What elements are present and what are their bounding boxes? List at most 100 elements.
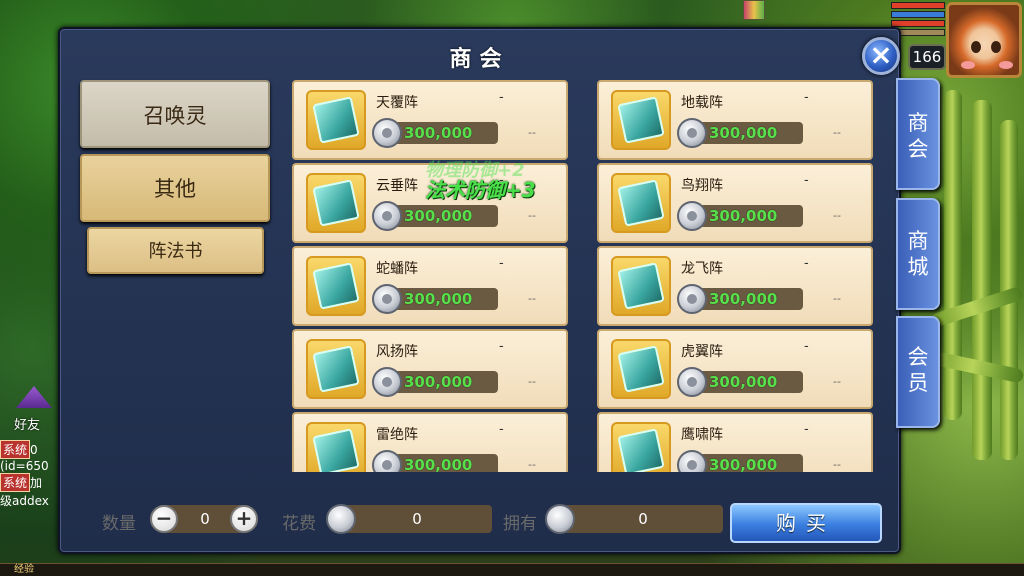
item-limit: - bbox=[499, 256, 504, 271]
chat-tag: 系统 bbox=[0, 473, 31, 492]
tab-char: 城 bbox=[907, 255, 929, 279]
category-other[interactable]: 其他 bbox=[80, 154, 270, 222]
tab-char: 商 bbox=[907, 111, 929, 135]
item-price: 300,000 bbox=[394, 205, 498, 227]
item-extra: -- bbox=[833, 126, 841, 139]
subcategory-formation-book[interactable]: 阵法书 bbox=[87, 227, 264, 274]
item-extra: -- bbox=[833, 375, 841, 388]
formation-book-icon bbox=[611, 90, 671, 150]
shop-item[interactable]: 地载阵 - 300,000 -- bbox=[597, 80, 873, 160]
item-name: 蛇蟠阵 bbox=[376, 261, 418, 277]
tab-char: 会 bbox=[907, 137, 929, 161]
exp-label: 经验 bbox=[14, 564, 34, 575]
quantity-plus-button[interactable]: + bbox=[230, 505, 258, 533]
chat-line: 系统加 bbox=[0, 473, 62, 492]
category-summon[interactable]: 召唤灵 bbox=[80, 80, 270, 148]
item-extra: -- bbox=[833, 209, 841, 222]
floating-bonus-text: 法术防御+3 bbox=[425, 178, 536, 202]
item-extra: -- bbox=[528, 292, 536, 305]
silver-coin-icon bbox=[372, 367, 402, 397]
item-name: 云垂阵 bbox=[376, 178, 418, 194]
close-icon: × bbox=[869, 38, 893, 71]
item-limit: - bbox=[499, 90, 504, 105]
silver-coin-icon bbox=[372, 284, 402, 314]
silver-coin-icon bbox=[677, 201, 707, 231]
chat-text: 0 bbox=[30, 443, 38, 457]
item-price: 300,000 bbox=[699, 371, 803, 393]
item-price: 300,000 bbox=[699, 205, 803, 227]
chat-tag: 系统 bbox=[0, 440, 31, 459]
item-price: 300,000 bbox=[699, 454, 803, 472]
item-extra: -- bbox=[528, 375, 536, 388]
close-button[interactable]: × bbox=[862, 37, 900, 75]
silver-coin-icon bbox=[545, 504, 575, 534]
tab-chamber-of-commerce[interactable]: 商会 bbox=[896, 78, 940, 190]
item-name: 地载阵 bbox=[681, 95, 723, 111]
friend-button[interactable]: 好友 bbox=[14, 386, 54, 436]
item-name: 鹰啸阵 bbox=[681, 427, 723, 443]
chat-log: 系统 0 (id=650 系统加 级addex bbox=[0, 440, 62, 509]
formation-book-icon bbox=[306, 173, 366, 233]
shop-item[interactable]: 虎翼阵 - 300,000 -- bbox=[597, 329, 873, 409]
tab-char: 会 bbox=[907, 345, 929, 369]
item-extra: -- bbox=[528, 458, 536, 471]
formation-book-icon bbox=[611, 173, 671, 233]
item-grid[interactable]: 天覆阵 -300,000 -- 地载阵 -300,000 -- 云垂阵 -300,000 -- 鸟… bbox=[292, 80, 874, 472]
shop-item[interactable]: 蛇蟠阵 - 300,000 -- bbox=[292, 246, 568, 326]
item-extra: -- bbox=[528, 209, 536, 222]
item-name: 风扬阵 bbox=[376, 344, 418, 360]
formation-book-icon bbox=[306, 256, 366, 316]
silver-coin-icon bbox=[372, 201, 402, 231]
shop-item[interactable]: 风扬阵 - 300,000 -- bbox=[292, 329, 568, 409]
cost-value: 0 bbox=[342, 505, 492, 533]
item-name: 鸟翔阵 bbox=[681, 178, 723, 194]
tab-mall[interactable]: 商城 bbox=[896, 198, 940, 310]
item-extra: -- bbox=[833, 458, 841, 471]
formation-book-icon bbox=[306, 422, 366, 472]
item-limit: - bbox=[804, 339, 809, 354]
item-limit: - bbox=[804, 90, 809, 105]
shop-item[interactable]: 天覆阵 - 300,000 -- bbox=[292, 80, 568, 160]
item-limit: - bbox=[804, 422, 809, 437]
shop-item[interactable]: 雷绝阵 - 300,000 -- bbox=[292, 412, 568, 472]
tab-membership[interactable]: 会员 bbox=[896, 316, 940, 428]
player-avatar[interactable] bbox=[946, 2, 1022, 78]
buy-button[interactable]: 购买 bbox=[730, 503, 882, 543]
item-price: 300,000 bbox=[699, 122, 803, 144]
quantity-minus-button[interactable]: − bbox=[150, 505, 178, 533]
chat-line: 系统 0 bbox=[0, 440, 62, 459]
formation-book-icon bbox=[611, 422, 671, 472]
chat-text: 级addex bbox=[0, 494, 49, 508]
item-name: 雷绝阵 bbox=[376, 427, 418, 443]
silver-coin-icon bbox=[677, 284, 707, 314]
item-limit: - bbox=[804, 173, 809, 188]
silver-coin-icon bbox=[677, 450, 707, 472]
cost-label: 花费 bbox=[282, 514, 316, 534]
item-name: 天覆阵 bbox=[376, 95, 418, 111]
formation-book-icon bbox=[611, 339, 671, 399]
shop-item[interactable]: 鹰啸阵 - 300,000 -- bbox=[597, 412, 873, 472]
item-extra: -- bbox=[528, 126, 536, 139]
shop-item[interactable]: 鸟翔阵 - 300,000 -- bbox=[597, 163, 873, 243]
chat-text: 加 bbox=[30, 476, 43, 490]
formation-book-icon bbox=[306, 339, 366, 399]
chat-line: (id=650 bbox=[0, 459, 62, 473]
exp-bar: 经验 bbox=[0, 563, 1024, 576]
panel-title: 商会 bbox=[449, 47, 510, 72]
item-limit: - bbox=[499, 339, 504, 354]
formation-book-icon bbox=[306, 90, 366, 150]
item-name: 龙飞阵 bbox=[681, 261, 723, 277]
friend-label: 好友 bbox=[14, 418, 41, 433]
silver-coin-icon bbox=[677, 118, 707, 148]
item-extra: -- bbox=[833, 292, 841, 305]
quantity-value[interactable]: 0 bbox=[190, 510, 220, 528]
owned-value: 0 bbox=[563, 505, 723, 533]
formation-book-icon bbox=[611, 256, 671, 316]
item-limit: - bbox=[499, 422, 504, 437]
item-price: 300,000 bbox=[394, 454, 498, 472]
silver-coin-icon bbox=[326, 504, 356, 534]
silver-coin-icon bbox=[372, 450, 402, 472]
shop-item[interactable]: 龙飞阵 - 300,000 -- bbox=[597, 246, 873, 326]
event-icon[interactable] bbox=[743, 0, 765, 20]
friend-icon bbox=[16, 386, 52, 408]
